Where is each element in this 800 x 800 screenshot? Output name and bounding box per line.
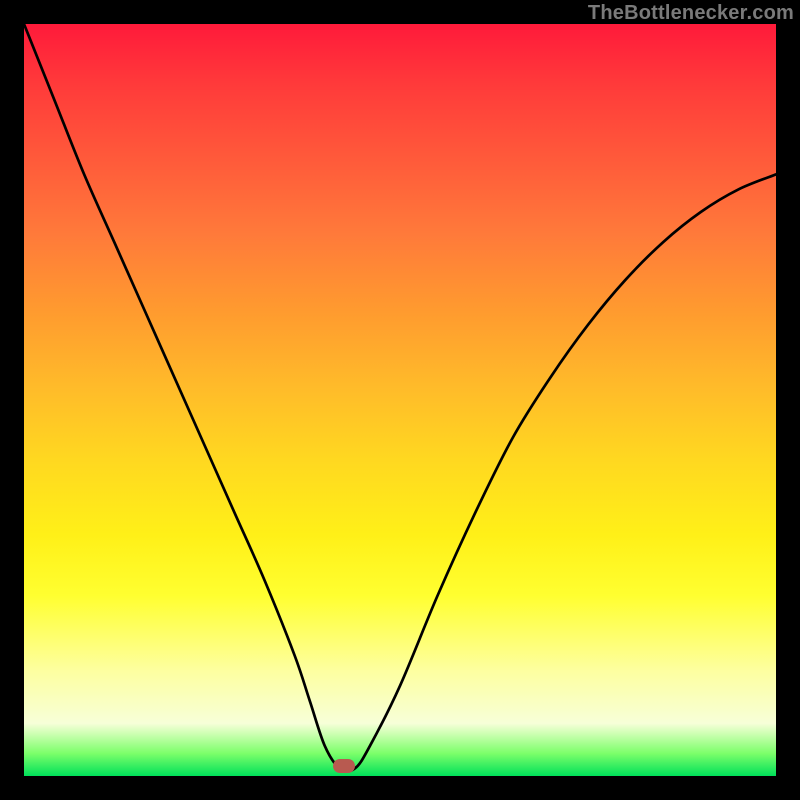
attribution-label: TheBottlenecker.com — [588, 2, 794, 25]
bottleneck-curve — [24, 24, 776, 771]
plot-area — [24, 24, 776, 776]
optimal-point-marker — [333, 759, 355, 773]
curve-layer — [24, 24, 776, 776]
chart-frame: TheBottlenecker.com — [0, 0, 800, 800]
